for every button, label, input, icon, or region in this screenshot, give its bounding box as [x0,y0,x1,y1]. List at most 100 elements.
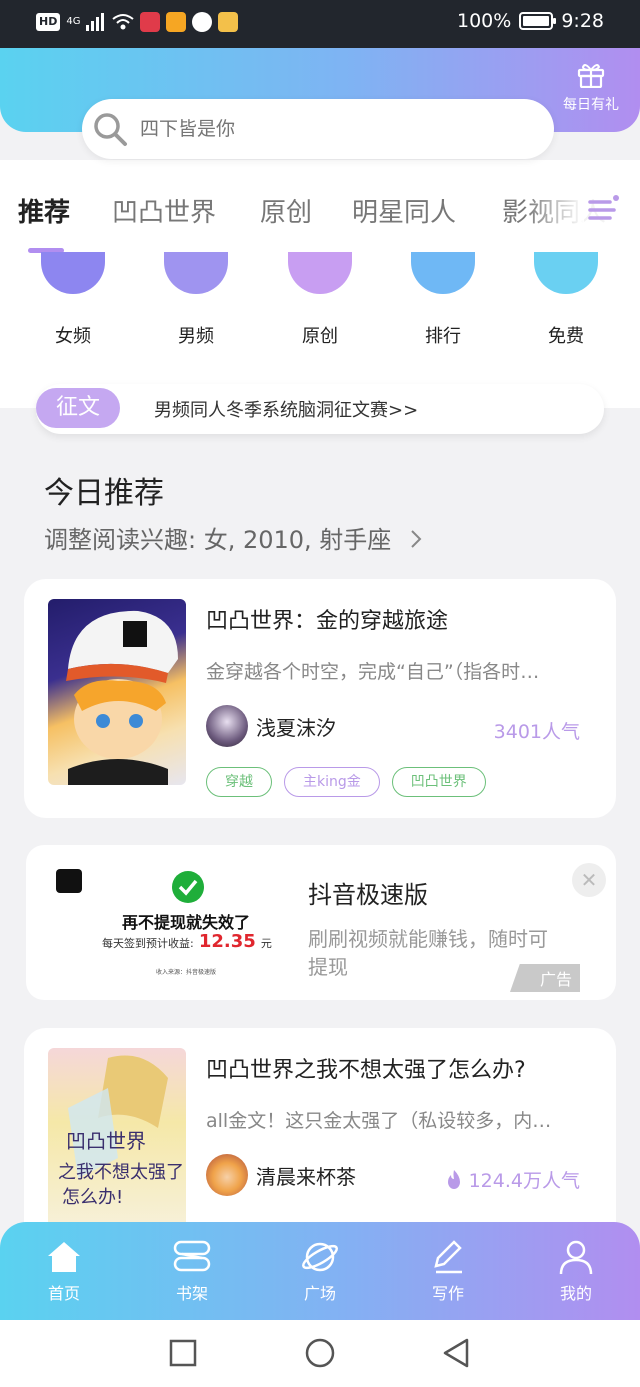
system-nav-bar [0,1320,640,1387]
category-ranking[interactable]: 排行 [403,252,483,348]
category-label: 排行 [425,326,461,347]
nav-profile[interactable]: 我的 [528,1238,624,1304]
search-bar[interactable] [82,99,554,159]
author-name: 浅夏沫汐 [256,715,336,740]
category-label: 女频 [55,326,91,347]
nav-bookshelf[interactable]: 书架 [144,1238,240,1304]
nav-write[interactable]: 写作 [400,1238,496,1304]
ad-title: 抖音极速版 [308,881,428,909]
tag-chip[interactable]: 穿越 [206,767,272,797]
category-original[interactable]: 原创 [280,252,360,348]
nav-label: 书架 [175,1284,208,1303]
ad-badge: 广告 [509,964,580,992]
flame-icon [447,1169,460,1189]
ad-image-amount: 12.35 [198,931,256,952]
back-triangle-icon[interactable] [441,1337,471,1369]
wifi-icon [112,14,135,30]
check-icon [172,871,204,903]
search-icon [94,113,127,146]
contest-text: 男频同人冬季系统脑洞征文赛>> [154,400,419,421]
contest-tag: 征文 [36,388,120,428]
tab-original[interactable]: 原创 [260,192,312,229]
battery-percent: 100% [457,10,512,32]
user-icon [559,1240,593,1275]
contest-banner[interactable]: 征文 男频同人冬季系统脑洞征文赛>> [36,384,604,434]
book-title: 凹凸世界之我不想太强了怎么办? [206,1058,526,1083]
book-tags: 穿越 主king金 凹凸世界 [206,767,486,797]
book-popularity: 124.4万人气 [468,1170,580,1192]
original-category-icon [288,252,352,294]
book-author[interactable]: 清晨来杯茶 [206,1154,356,1196]
reading-interest-link[interactable]: 调整阅读兴趣: 女, 2010, 射手座 [44,520,423,555]
section-title: 今日推荐 [44,476,164,511]
ad-image: 再不提现就失效了 每天签到预计收益: 12.35 元 收入来源：抖音极速版 [52,865,302,995]
network-type: 4G [66,16,81,27]
book-popularity-wrap: 124.4万人气 [445,1166,580,1193]
free-category-icon [534,252,598,294]
book-card[interactable]: 凹凸世界：金的穿越旅途 金穿越各个时空，完成“自己”（指各时… 浅夏沫汐 340… [24,579,616,818]
gift-icon [577,64,605,88]
tab-recommend[interactable]: 推荐 [18,192,70,229]
book-description: all金文！这只金太强了（私设较多，内… [206,1110,552,1132]
author-avatar [206,705,248,747]
book-title: 凹凸世界：金的穿越旅途 [206,609,449,634]
chevron-right-icon [411,530,422,548]
male-category-icon [164,252,228,294]
category-female[interactable]: 女频 [33,252,113,348]
ad-close-button[interactable]: ✕ [572,863,606,897]
nav-label: 我的 [559,1284,592,1303]
nav-home[interactable]: 首页 [16,1238,112,1304]
bottom-nav: 首页 书架 广场 写作 我的 [0,1222,640,1320]
planet-icon [302,1242,338,1272]
douyin-icon [56,869,82,893]
tag-chip[interactable]: 主king金 [284,767,380,797]
book-author[interactable]: 浅夏沫汐 [206,705,336,747]
globe-icon [192,12,213,32]
home-icon [48,1242,80,1272]
battery-icon [519,12,557,30]
category-label: 免费 [548,326,584,347]
signal-icon [86,13,105,31]
cover-illustration [66,610,178,785]
gift-label: 每日有礼 [563,97,619,113]
clock: 9:28 [561,10,604,32]
svg-text:凹凸世界: 凹凸世界 [66,1129,146,1153]
status-bar: HD 4G 100% 9:28 [0,0,640,48]
svg-text:怎么办!: 怎么办! [62,1187,123,1208]
ad-card[interactable]: 再不提现就失效了 每天签到预计收益: 12.35 元 收入来源：抖音极速版 抖音… [26,845,616,1000]
reading-interest-text: 调整阅读兴趣: 女, 2010, 射手座 [44,526,392,554]
app-root: HD 4G 100% 9:28 每日有礼 四下皆是你 推荐 凹凸世界 原创 明星… [0,0,640,1387]
book-popularity: 3401人气 [493,721,580,743]
ad-image-source: 收入来源：抖音极速版 [156,969,217,976]
bookshelf-icon [173,1240,211,1272]
ad-image-unit: 元 [260,937,272,950]
tab-aotu-world[interactable]: 凹凸世界 [112,192,216,229]
category-label: 男频 [178,326,214,347]
category-male[interactable]: 男频 [156,252,236,348]
ad-image-headline: 再不提现就失效了 [122,913,251,932]
category-free[interactable]: 免费 [526,252,606,348]
ranking-category-icon [411,252,475,294]
recent-apps-icon[interactable] [169,1339,197,1367]
female-category-icon [41,252,105,294]
news-icon [218,12,239,32]
nav-label: 写作 [431,1284,464,1303]
author-name: 清晨来杯茶 [256,1164,356,1189]
hd-badge: HD [36,13,61,31]
tabs-fade [524,190,584,238]
tag-chip[interactable]: 凹凸世界 [391,767,486,797]
pen-icon [434,1240,462,1274]
book-cover [48,599,186,785]
tab-celebrity-fanfic[interactable]: 明星同人 [352,192,456,229]
tabs-menu-button[interactable] [584,190,624,230]
home-circle-icon[interactable] [304,1337,336,1369]
ad-image-sub: 每天签到预计收益: [102,937,194,950]
search-input[interactable] [140,118,520,140]
ad-image-earnings: 每天签到预计收益: 12.35 元 [102,931,272,952]
daily-gift-button[interactable]: 每日有礼 [556,62,626,114]
cover-illustration: 凹凸世界 之我不想太强了 怎么办! [58,1055,184,1208]
book-cover: 凹凸世界 之我不想太强了 怎么办! [48,1048,186,1234]
svg-text:之我不想太强了: 之我不想太强了 [58,1162,184,1183]
nav-plaza[interactable]: 广场 [272,1238,368,1304]
app-notification-icon [140,12,161,32]
